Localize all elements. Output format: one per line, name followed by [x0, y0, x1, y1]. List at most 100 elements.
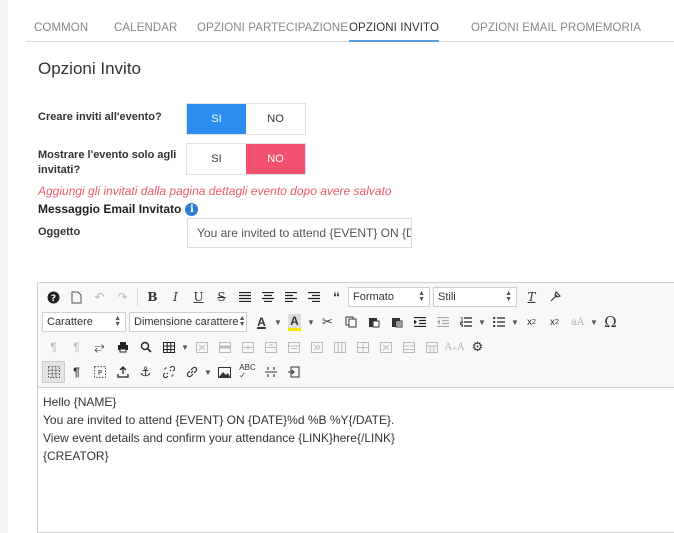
- superscript-icon[interactable]: x2: [543, 311, 566, 333]
- styles-select-label: Stili: [438, 291, 456, 303]
- toolbar-row-3: ¶ ¶ ⥂ ▼ A₊A ⚙: [42, 335, 489, 359]
- spellcheck-abc-icon[interactable]: ABC ✓: [236, 361, 259, 383]
- editor-toolbar: ? ↶ ↷ B I U S “ Formato ▲ ▼ Stili ▲ ▼ T …: [38, 283, 674, 388]
- svg-text:?: ?: [51, 294, 56, 304]
- blockquote-icon[interactable]: “: [325, 286, 348, 308]
- copy-icon[interactable]: [339, 311, 362, 333]
- table-row-after-icon[interactable]: [236, 336, 259, 358]
- toolbar-separator: [137, 288, 138, 306]
- styles-select-caret-icon: ▲ ▼: [505, 290, 512, 303]
- change-case-icon[interactable]: aA: [566, 311, 589, 333]
- template-icon[interactable]: P: [88, 361, 111, 383]
- italic-icon[interactable]: I: [164, 286, 187, 308]
- subscript-icon[interactable]: x2: [520, 311, 543, 333]
- clear-format-icon[interactable]: T: [520, 286, 543, 308]
- copy-format-icon[interactable]: [543, 286, 566, 308]
- background-color-dropdown-icon[interactable]: ▼: [306, 311, 316, 333]
- styles-select[interactable]: Stili ▲ ▼: [433, 287, 517, 307]
- new-page-icon[interactable]: [65, 286, 88, 308]
- info-icon[interactable]: i: [185, 202, 199, 216]
- tab-opzioni-invito[interactable]: OPZIONI INVITO: [349, 15, 440, 42]
- iframe-icon[interactable]: [282, 361, 305, 383]
- horizontal-rule-icon[interactable]: [259, 361, 282, 383]
- show-only-invited-yes-button[interactable]: SI: [187, 144, 246, 174]
- background-color-icon[interactable]: A: [283, 311, 306, 333]
- email-section-title: Messaggio Email Invitato i: [38, 202, 199, 216]
- rtl-paragraph-icon[interactable]: ¶: [65, 336, 88, 358]
- special-character-icon[interactable]: Ω: [599, 311, 622, 333]
- link-dropdown-icon[interactable]: ▼: [203, 361, 213, 383]
- font-select-caret-icon: ▲ ▼: [114, 315, 121, 328]
- show-only-invited-no-button[interactable]: NO: [246, 144, 305, 174]
- numbered-list-dropdown-icon[interactable]: ▼: [477, 311, 487, 333]
- show-blocks-icon[interactable]: [42, 361, 65, 383]
- email-section-title-text: Messaggio Email Invitato: [38, 202, 182, 216]
- subject-label: Oggetto: [38, 226, 81, 238]
- table-cell-props-icon[interactable]: [397, 336, 420, 358]
- show-only-invited-label: Mostrare l'evento solo agli invitati?: [38, 149, 177, 176]
- tab-calendar[interactable]: CALENDAR: [114, 15, 177, 42]
- indent-icon[interactable]: [408, 311, 431, 333]
- bulleted-list-dropdown-icon[interactable]: ▼: [510, 311, 520, 333]
- align-right-icon[interactable]: [302, 286, 325, 308]
- undo-icon[interactable]: ↶: [88, 286, 111, 308]
- cut-icon[interactable]: ✂: [316, 311, 339, 333]
- text-color-icon[interactable]: A: [250, 311, 273, 333]
- outdent-icon[interactable]: [431, 311, 454, 333]
- table-icon[interactable]: [157, 336, 180, 358]
- anchor-icon[interactable]: ⚓: [134, 361, 157, 383]
- create-invites-no-button[interactable]: NO: [246, 104, 305, 134]
- table-row-before-icon[interactable]: [213, 336, 236, 358]
- table-props-icon[interactable]: [420, 336, 443, 358]
- table-cell-merge-icon[interactable]: [374, 336, 397, 358]
- upload-icon[interactable]: [111, 361, 134, 383]
- align-justify-icon[interactable]: [233, 286, 256, 308]
- font-select[interactable]: Carattere ▲ ▼: [42, 312, 126, 332]
- editor-content[interactable]: Hello {NAME} You are invited to attend {…: [43, 393, 395, 465]
- table-row-delete-icon[interactable]: [259, 336, 282, 358]
- change-case-dropdown-icon[interactable]: ▼: [589, 311, 599, 333]
- image-icon[interactable]: [213, 361, 236, 383]
- editor-line: Hello {NAME}: [43, 395, 117, 409]
- print-icon[interactable]: [111, 336, 134, 358]
- find-icon[interactable]: [134, 336, 157, 358]
- table-delete-icon[interactable]: [190, 336, 213, 358]
- tab-opzioni-email-promemoria[interactable]: OPZIONI EMAIL PROMEMORIA: [471, 15, 641, 42]
- create-invites-yes-button[interactable]: SI: [187, 104, 246, 134]
- table-col-after-icon[interactable]: [305, 336, 328, 358]
- ltr-paragraph-icon[interactable]: ¶: [42, 336, 65, 358]
- format-select[interactable]: Formato ▲ ▼: [348, 287, 430, 307]
- unlink-icon[interactable]: [157, 361, 180, 383]
- tab-common[interactable]: COMMON: [34, 15, 88, 42]
- font-size-select[interactable]: Dimensione carattere ▲ ▼: [129, 312, 247, 332]
- align-center-icon[interactable]: [256, 286, 279, 308]
- bold-icon[interactable]: B: [141, 286, 164, 308]
- table-dropdown-icon[interactable]: ▼: [180, 336, 190, 358]
- text-color-dropdown-icon[interactable]: ▼: [273, 311, 283, 333]
- spellcheck-icon[interactable]: A₊A: [443, 336, 466, 358]
- fullscreen-icon[interactable]: ⥂: [88, 336, 111, 358]
- svg-text:P: P: [97, 369, 101, 377]
- subject-input[interactable]: You are invited to attend {EVENT} ON {DA…: [187, 218, 412, 248]
- tab-opzioni-partecipazione[interactable]: OPZIONI PARTECIPAZIONE: [197, 15, 348, 42]
- table-col-before-icon[interactable]: [282, 336, 305, 358]
- settings-icon[interactable]: ⚙: [466, 336, 489, 358]
- table-col-delete-icon[interactable]: [328, 336, 351, 358]
- paste-text-icon[interactable]: [385, 311, 408, 333]
- paste-icon[interactable]: [362, 311, 385, 333]
- underline-icon[interactable]: U: [187, 286, 210, 308]
- link-icon[interactable]: [180, 361, 203, 383]
- create-invites-label: Creare inviti all'evento?: [38, 111, 162, 123]
- background-color-swatch: A: [288, 313, 301, 331]
- numbered-list-icon[interactable]: [454, 311, 477, 333]
- bulleted-list-icon[interactable]: [487, 311, 510, 333]
- show-paragraph-marks-icon[interactable]: ¶: [65, 361, 88, 383]
- redo-icon[interactable]: ↷: [111, 286, 134, 308]
- table-cell-split-icon[interactable]: [351, 336, 374, 358]
- format-select-label: Formato: [353, 291, 394, 303]
- strikethrough-icon[interactable]: S: [210, 286, 233, 308]
- help-icon[interactable]: ?: [42, 286, 65, 308]
- toolbar-row-1: ? ↶ ↷ B I U S “ Formato ▲ ▼ Stili ▲ ▼ T: [42, 285, 566, 309]
- align-left-icon[interactable]: [279, 286, 302, 308]
- toolbar-row-4: ¶ P ⚓ ▼ ABC ✓: [42, 360, 305, 384]
